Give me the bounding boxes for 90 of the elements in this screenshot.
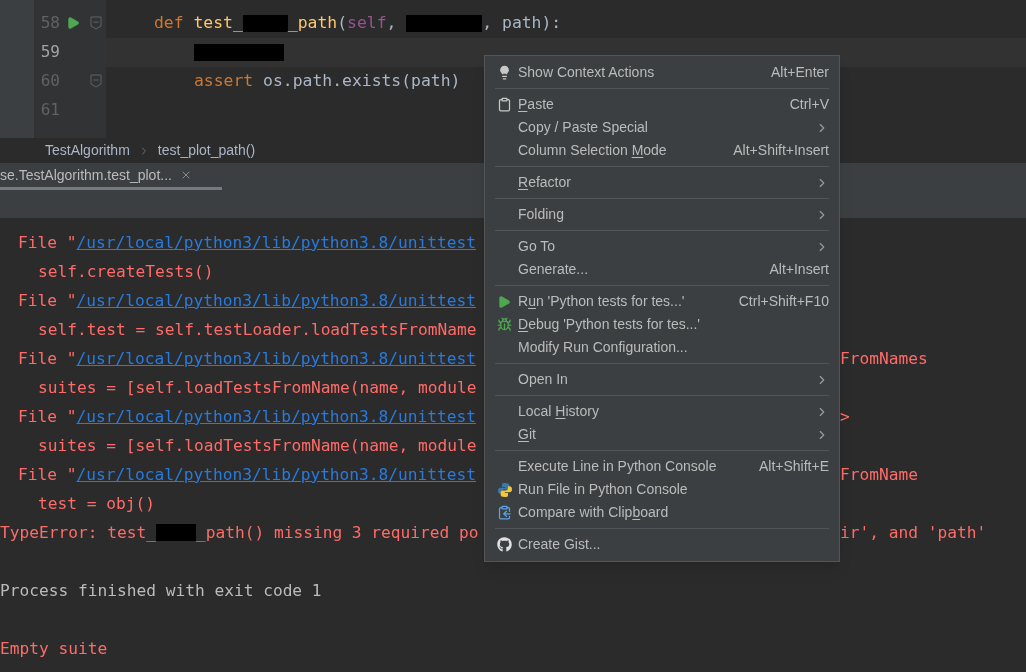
menu-item-label: Debug 'Python tests for tes...' (518, 315, 700, 334)
file-link[interactable]: /usr/local/python3/lib/python3.8/unittest (76, 290, 477, 310)
menu-item[interactable]: Generate... Alt+Insert (485, 258, 839, 281)
play-icon (497, 294, 511, 309)
code-token: self (347, 11, 387, 34)
menu-item-label: Column Selection Mode (518, 141, 667, 160)
menu-item-label: Execute Line in Python Console (518, 457, 717, 476)
traceback-line: File "/usr/local/python3/lib/python3.8/unittest (17, 405, 477, 428)
traceback-code: test = obj() (37, 492, 155, 515)
menu-item[interactable]: Run 'Python tests for tes...' Ctrl+Shift+F10 (485, 290, 839, 313)
code-token: test_ (193, 11, 243, 34)
traceback-line: File "/usr/local/python3/lib/python3.8/unittest (17, 231, 477, 254)
fold-icon[interactable] (90, 16, 102, 30)
menu-item[interactable]: Execute Line in Python Console Alt+Shift+E (485, 455, 839, 478)
clipboard-icon (497, 97, 512, 112)
traceback-line: File "/usr/local/python3/lib/python3.8/unittest (17, 347, 477, 370)
menu-item[interactable]: Modify Run Configuration... (485, 336, 839, 359)
menu-item[interactable]: Compare with Clipboard (485, 501, 839, 524)
traceback-text: FromNames (840, 348, 928, 368)
code-token: assert (194, 69, 255, 92)
traceback-text: FromName (840, 464, 918, 484)
file-link[interactable]: /usr/local/python3/lib/python3.8/unittest (76, 406, 477, 426)
fold-icon[interactable] (90, 74, 102, 88)
code-token: , path): (482, 11, 562, 34)
menu-item-label: Show Context Actions (518, 63, 655, 82)
traceback-line: File "/usr/local/python3/lib/python3.8/unittest (17, 289, 477, 312)
error-text: _path() missing 3 required po (195, 521, 479, 544)
traceback-text: > (840, 406, 850, 426)
line-number: 59 (39, 41, 60, 63)
menu-item[interactable]: Open In (485, 368, 839, 391)
menu-item-label: Paste (518, 95, 554, 114)
code-token: ( (337, 11, 348, 34)
menu-item[interactable]: Go To (485, 235, 839, 258)
menu-item-label: Create Gist... (518, 535, 601, 554)
file-link[interactable]: /usr/local/python3/lib/python3.8/unittest (76, 232, 477, 252)
menu-item[interactable]: Run File in Python Console (485, 478, 839, 501)
traceback-code: suites = [self.loadTestsFromName(name, module (37, 434, 477, 457)
clipboard-compare-icon (497, 505, 512, 520)
redaction-bar (242, 14, 288, 32)
menu-item-label: Git (518, 425, 536, 444)
menu-item[interactable]: Local History (485, 400, 839, 423)
exit-message: Process finished with exit code 1 (0, 579, 322, 602)
traceback-code: suites = [self.loadTestsFromName(name, module (37, 376, 477, 399)
menu-item[interactable]: Show Context Actions Alt+Enter (485, 61, 839, 84)
error-text: TypeError: test_ (0, 521, 156, 544)
menu-item[interactable]: Column Selection Mode Alt+Shift+Insert (485, 139, 839, 162)
menu-item-label: Folding (518, 205, 564, 224)
redaction-bar (155, 524, 196, 542)
menu-item-label: Go To (518, 237, 556, 256)
menu-item[interactable]: Git (485, 423, 839, 446)
menu-item-label: Run File in Python Console (518, 480, 688, 499)
code-token: os.path.exists(path) (263, 69, 461, 92)
traceback-code: self.createTests() (37, 260, 214, 283)
file-link[interactable]: /usr/local/python3/lib/python3.8/unittest (76, 464, 477, 484)
traceback-line: File "/usr/local/python3/lib/python3.8/unittest (17, 463, 477, 486)
menu-item[interactable]: Create Gist... (485, 533, 839, 556)
menu-item-label: Compare with Clipboard (518, 503, 669, 522)
github-icon (497, 537, 512, 552)
menu-shortcut: Alt+Shift+E (758, 457, 829, 476)
menu-item[interactable]: Folding (485, 203, 839, 226)
menu-item-label: Open In (518, 370, 568, 389)
menu-item[interactable]: Debug 'Python tests for tes...' (485, 313, 839, 336)
traceback-code: self.test = self.testLoader.loadTestsFromName (37, 318, 477, 341)
python-icon (497, 481, 513, 498)
menu-shortcut: Alt+Shift+Insert (733, 141, 829, 160)
menu-item-label: Copy / Paste Special (518, 118, 648, 137)
code-token: _path (287, 11, 338, 34)
code-token: , (386, 11, 398, 34)
menu-shortcut: Ctrl+Shift+F10 (738, 292, 829, 311)
lightbulb-icon (497, 65, 512, 80)
menu-item-label: Refactor (518, 173, 571, 192)
menu-shortcut: Alt+Enter (771, 63, 829, 82)
menu-item-label: Run 'Python tests for tes...' (518, 292, 685, 311)
code-token: def (154, 11, 185, 34)
menu-shortcut: Alt+Insert (769, 260, 829, 279)
menu-shortcut: Ctrl+V (789, 95, 829, 114)
menu-item[interactable]: Paste Ctrl+V (485, 93, 839, 116)
menu-item[interactable]: Refactor (485, 171, 839, 194)
run-tab[interactable]: se.TestAlgorithm.test_plot... (0, 163, 222, 190)
breadcrumb-item[interactable]: test_plot_path() (157, 140, 256, 161)
menu-item-label: Generate... (518, 260, 589, 279)
menu-item[interactable]: Copy / Paste Special (485, 116, 839, 139)
menu-item-label: Local History (518, 402, 599, 421)
run-icon[interactable] (66, 16, 80, 30)
file-link[interactable]: /usr/local/python3/lib/python3.8/unittest (76, 348, 477, 368)
menu-item-label: Modify Run Configuration... (518, 338, 688, 357)
bug-icon (497, 317, 512, 332)
breadcrumb-item[interactable]: TestAlgorithm (45, 140, 130, 161)
traceback-text: ir', and 'path' (840, 522, 987, 542)
error-text: Empty suite (0, 637, 108, 660)
